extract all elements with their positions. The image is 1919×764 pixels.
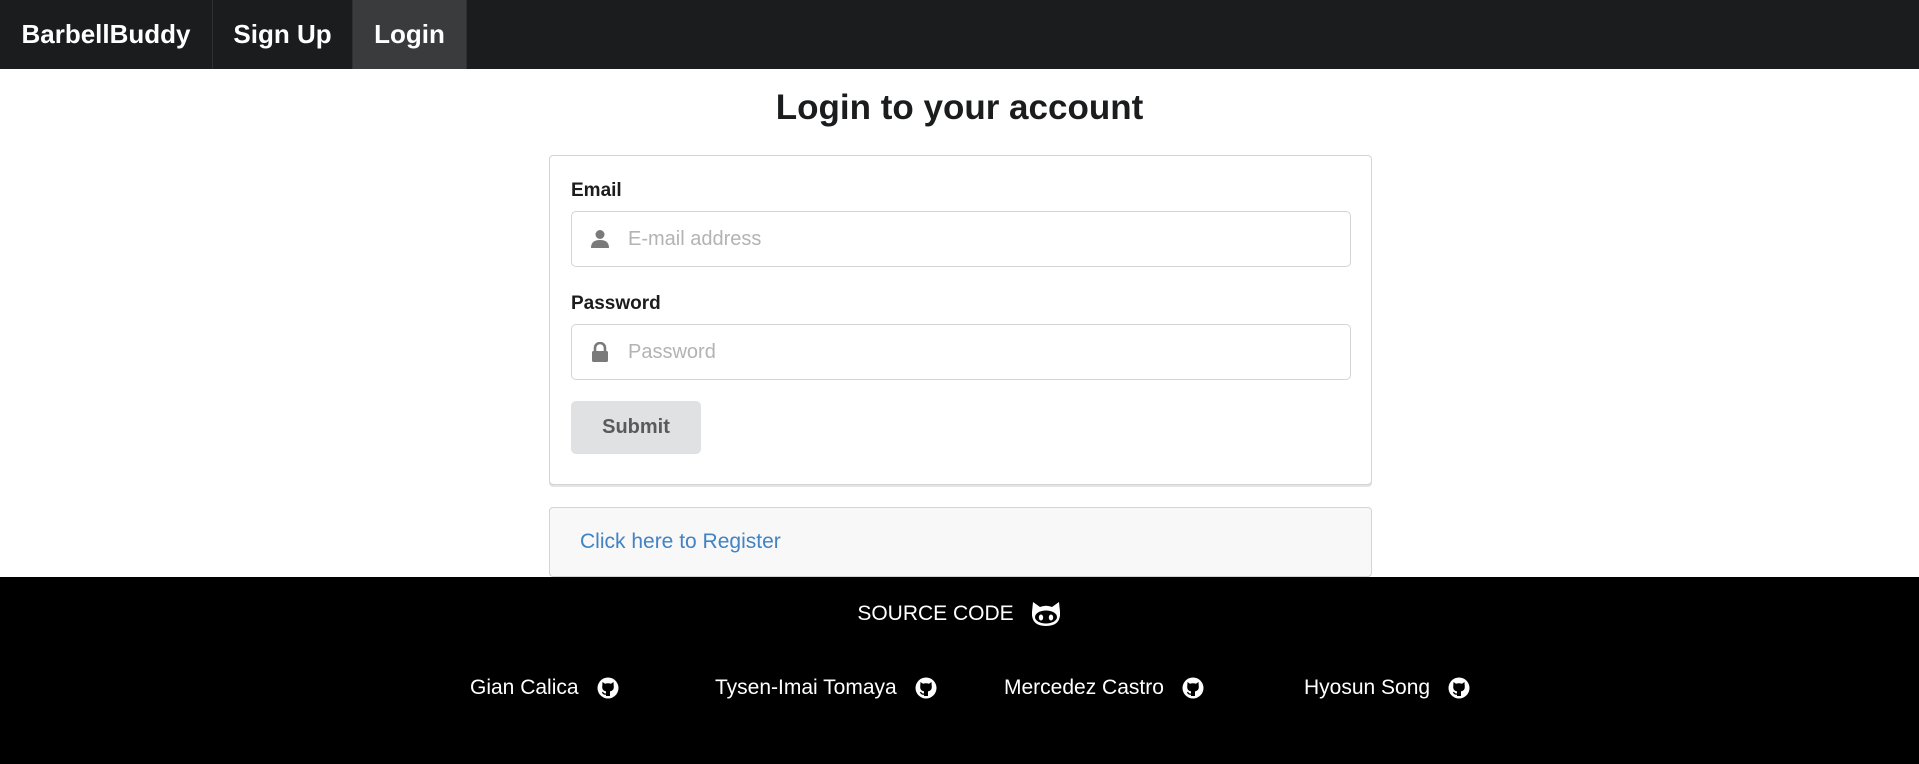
github-icon [915,677,937,699]
nav-brand-link[interactable]: BarbellBuddy [0,0,213,69]
login-form-card: Email Password Submit [549,155,1372,485]
github-octocat-icon [1030,600,1062,628]
source-code-label: SOURCE CODE [857,602,1014,625]
nav-signup-link[interactable]: Sign Up [213,0,353,69]
email-input[interactable] [628,212,1350,266]
lock-icon [572,325,628,379]
author-link-mercedez-castro[interactable]: Mercedez Castro [1004,676,1204,700]
github-icon [597,677,619,699]
github-icon [1182,677,1204,699]
author-link-tysen-imai-tomaya[interactable]: Tysen-Imai Tomaya [715,676,937,700]
email-label: Email [571,180,622,201]
author-name: Tysen-Imai Tomaya [715,676,897,699]
register-link[interactable]: Click here to Register [580,530,781,554]
email-field-wrapper[interactable] [571,211,1351,267]
page-title: Login to your account [775,88,1144,127]
top-navbar: BarbellBuddy Sign Up Login [0,0,1919,69]
password-input[interactable] [628,325,1350,379]
password-label: Password [571,293,661,314]
author-name: Gian Calica [470,676,579,699]
nav-signup-label: Sign Up [233,19,332,49]
github-icon [1448,677,1470,699]
nav-login-label: Login [374,19,445,49]
submit-button[interactable]: Submit [571,401,701,454]
nav-brand-label: BarbellBuddy [21,19,191,49]
source-code-link[interactable]: SOURCE CODE [857,600,1061,628]
user-icon [572,212,628,266]
author-name: Mercedez Castro [1004,676,1164,699]
author-link-hyosun-song[interactable]: Hyosun Song [1304,676,1470,700]
register-message-box: Click here to Register [549,507,1372,577]
author-name: Hyosun Song [1304,676,1431,699]
nav-login-link[interactable]: Login [353,0,467,69]
author-link-gian-calica[interactable]: Gian Calica [470,676,619,700]
password-field-wrapper[interactable] [571,324,1351,380]
source-code-row: SOURCE CODE [0,600,1919,628]
footer: SOURCE CODE Gian Calica Tysen-Imai Tomay… [0,577,1919,764]
